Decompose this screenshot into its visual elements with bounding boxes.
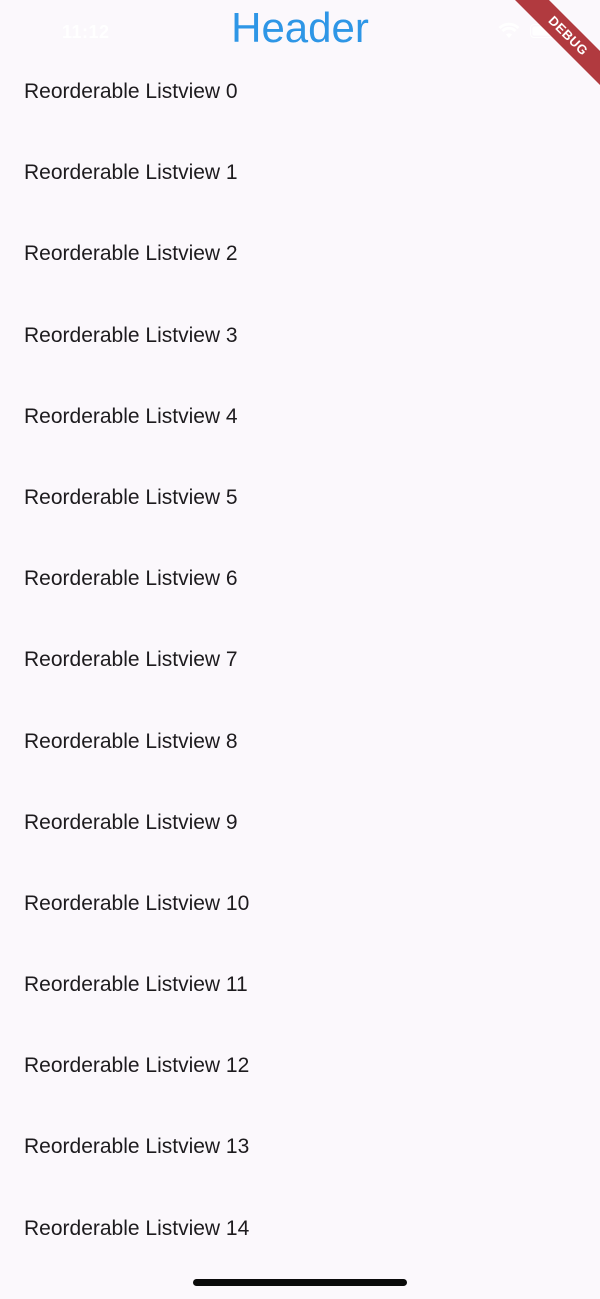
- page-title: Header: [231, 4, 369, 51]
- list-item[interactable]: Reorderable Listview 12: [0, 1027, 600, 1108]
- list-item-label: Reorderable Listview 6: [24, 567, 238, 591]
- list-item-label: Reorderable Listview 13: [24, 1135, 250, 1159]
- list-item-label: Reorderable Listview 0: [24, 80, 238, 103]
- list-item-label: Reorderable Listview 12: [24, 1054, 250, 1078]
- list-item-label: Reorderable Listview 5: [24, 485, 238, 509]
- list-item[interactable]: Reorderable Listview 13: [0, 1108, 600, 1189]
- list-item-label: Reorderable Listview 9: [24, 810, 238, 834]
- list-item-label: Reorderable Listview 2: [24, 242, 238, 266]
- list-item[interactable]: Reorderable Listview 2: [0, 215, 600, 296]
- list-item[interactable]: Reorderable Listview 11: [0, 946, 600, 1027]
- list-item[interactable]: Reorderable Listview 10: [0, 865, 600, 946]
- list-item-label: Reorderable Listview 3: [24, 323, 238, 347]
- list-item[interactable]: Reorderable Listview 8: [0, 703, 600, 784]
- reorderable-list[interactable]: Reorderable Listview 0 Reorderable Listv…: [0, 53, 600, 1271]
- list-item[interactable]: Reorderable Listview 4: [0, 378, 600, 459]
- list-item[interactable]: Reorderable Listview 14: [0, 1190, 600, 1271]
- list-item-label: Reorderable Listview 8: [24, 729, 238, 753]
- list-item-label: Reorderable Listview 4: [24, 404, 238, 428]
- list-item-label: Reorderable Listview 14: [24, 1216, 250, 1240]
- list-item[interactable]: Reorderable Listview 7: [0, 621, 600, 702]
- list-item-label: Reorderable Listview 7: [24, 648, 238, 672]
- list-item[interactable]: Reorderable Listview 9: [0, 784, 600, 865]
- list-item-label: Reorderable Listview 10: [24, 891, 250, 915]
- list-item[interactable]: Reorderable Listview 6: [0, 540, 600, 621]
- list-item[interactable]: Reorderable Listview 1: [0, 134, 600, 215]
- list-item-label: Reorderable Listview 1: [24, 161, 238, 185]
- list-item-label: Reorderable Listview 11: [24, 973, 248, 997]
- list-item[interactable]: Reorderable Listview 0: [0, 53, 600, 134]
- list-item[interactable]: Reorderable Listview 3: [0, 297, 600, 378]
- home-indicator[interactable]: [193, 1279, 407, 1286]
- list-item[interactable]: Reorderable Listview 5: [0, 459, 600, 540]
